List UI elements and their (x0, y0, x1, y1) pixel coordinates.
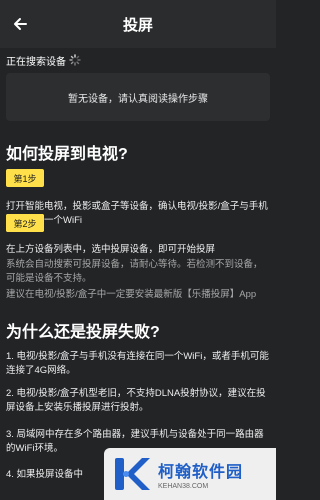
how-to-heading: 如何投屏到电视? (6, 146, 128, 163)
empty-device-notice[interactable]: 暂无设备，请认真阅读操作步骤 (6, 73, 270, 121)
back-button[interactable] (6, 10, 34, 38)
watermark-url: KEHAN38.COM (158, 483, 209, 490)
step2-badge: 第2步 (6, 214, 44, 232)
step2-note-auto-search: 系统会自动搜索可投屏设备，请耐心等待。若检测不到设备，可能是设备不支持。 (6, 259, 263, 284)
reason-1: 1. 电视/投影/盒子与手机没有连接在同一个WiFi，或者手机可能连接了4G网络… (6, 351, 269, 376)
watermark-logo: 柯翰软件园 KEHAN38.COM (104, 448, 276, 500)
kehan-k-logo-icon (115, 458, 150, 490)
step2-note-install-app: 建议在电视/投影/盒子中一定要安装最新版【乐播投屏】App (6, 289, 257, 300)
spinner-icon (69, 54, 81, 66)
search-status: 正在搜索设备 (6, 52, 81, 68)
back-arrow-icon (14, 18, 27, 30)
watermark-name: 柯翰软件园 (158, 464, 244, 481)
step1-badge: 第1步 (6, 169, 44, 187)
reason-2: 2. 电视/投影/盒子机型老旧，不支持DLNA投射协议，建议在投屏设备上安装乐播… (6, 388, 266, 413)
search-status-label: 正在搜索设备 (6, 56, 66, 68)
step1-text: 打开智能电视，投影或盒子等设备，确认电视/投影/盒子与手机连接着同一个WiFi (6, 201, 268, 226)
top-app-bar: 投屏 (0, 0, 276, 48)
step2-text: 在上方设备列表中，选中投屏设备，即可开始投屏 (6, 244, 216, 255)
page-title: 投屏 (122, 16, 153, 34)
why-fail-heading: 为什么还是投屏失败? (6, 324, 160, 341)
